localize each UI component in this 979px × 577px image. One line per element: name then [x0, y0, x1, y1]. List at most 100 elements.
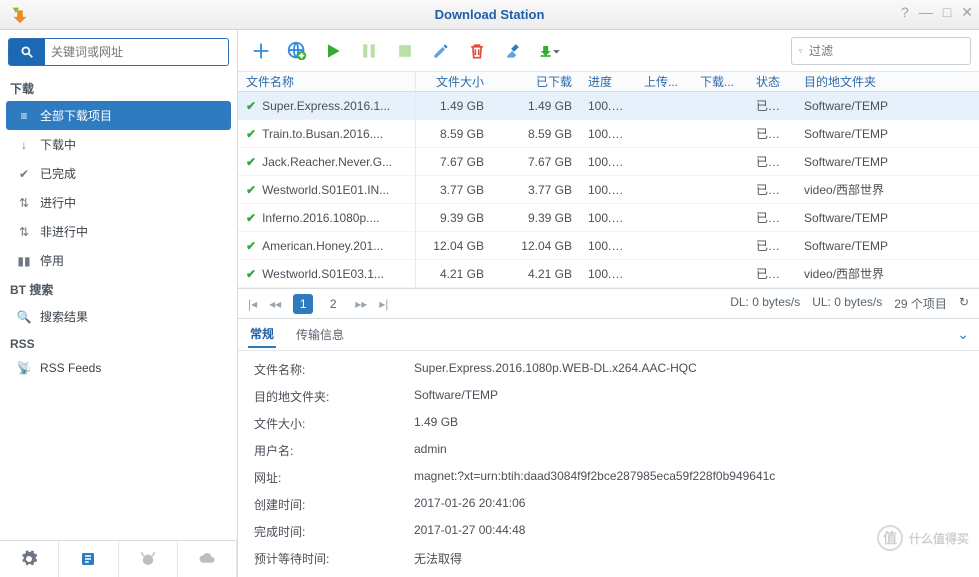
sidebar-group: RSS: [0, 331, 237, 355]
queue-button[interactable]: [59, 541, 118, 577]
cell-dest: video/西部世界: [796, 181, 979, 198]
tab-general[interactable]: 常规: [248, 321, 276, 348]
settings-button[interactable]: [0, 541, 59, 577]
sidebar-item[interactable]: ⇅进行中: [0, 188, 237, 217]
sidebar-item[interactable]: 📡RSS Feeds: [0, 355, 237, 381]
close-icon[interactable]: ✕: [961, 4, 973, 21]
sidebar-item[interactable]: ⇅ 非进行中: [0, 217, 237, 246]
edit-button[interactable]: [426, 36, 456, 66]
col-progress[interactable]: 进度: [580, 73, 636, 90]
table-row[interactable]: ✔American.Honey.201...12.04 GB12.04 GB10…: [238, 232, 979, 260]
table-row[interactable]: ✔Train.to.Busan.2016....8.59 GB8.59 GB10…: [238, 120, 979, 148]
sidebar-item-label: 非进行中: [40, 223, 88, 240]
cell-name: Super.Express.2016.1...: [262, 99, 390, 113]
cell-dest: video/西部世界: [796, 265, 979, 282]
cell-downloaded: 1.49 GB: [492, 99, 580, 113]
filter-box[interactable]: [791, 37, 971, 65]
clear-button[interactable]: [498, 36, 528, 66]
sidebar-group: 下载: [0, 74, 237, 101]
cell-progress: 100.0%: [580, 155, 636, 169]
prev-page-button[interactable]: ◂◂: [269, 297, 281, 311]
add-button[interactable]: [246, 36, 276, 66]
cell-name: Westworld.S01E03.1...: [262, 267, 384, 281]
cell-name: Train.to.Busan.2016....: [262, 127, 383, 141]
sidebar-item[interactable]: ▮▮停用: [0, 246, 237, 275]
cell-downloaded: 8.59 GB: [492, 127, 580, 141]
col-dlspeed[interactable]: 下载...: [692, 73, 748, 90]
check-icon: ✔: [246, 239, 256, 253]
sidebar-item[interactable]: ≡全部下载项目: [6, 101, 231, 130]
col-destination[interactable]: 目的地文件夹: [796, 73, 979, 90]
col-downloaded[interactable]: 已下载: [492, 73, 580, 90]
stop-button[interactable]: [390, 36, 420, 66]
check-icon: ✔: [246, 183, 256, 197]
sidebar-group: BT 搜索: [0, 275, 237, 302]
minimize-icon[interactable]: —: [919, 4, 933, 21]
next-page-button[interactable]: ▸▸: [355, 297, 367, 311]
first-page-button[interactable]: |◂: [248, 297, 257, 311]
col-upload[interactable]: 上传...: [636, 73, 692, 90]
cell-dest: Software/TEMP: [796, 127, 979, 141]
start-button[interactable]: [318, 36, 348, 66]
sidebar-item[interactable]: 🔍搜索结果: [0, 302, 237, 331]
search-icon: 🔍: [16, 310, 32, 324]
pause-icon: ▮▮: [16, 254, 32, 268]
cell-progress: 100.0%: [580, 127, 636, 141]
value-url: magnet:?xt=urn:btih:daad3084f9f2bce28798…: [414, 469, 963, 486]
pause-button[interactable]: [354, 36, 384, 66]
item-count: 29 个项目: [894, 295, 947, 312]
cell-size: 3.77 GB: [416, 183, 492, 197]
cell-dest: Software/TEMP: [796, 211, 979, 225]
updown-icon: ⇅: [16, 196, 32, 210]
collapse-icon[interactable]: ⌄: [957, 326, 969, 343]
col-name[interactable]: 文件名称: [238, 72, 416, 91]
value-filename: Super.Express.2016.1080p.WEB-DL.x264.AAC…: [414, 361, 963, 378]
help-icon[interactable]: ?: [901, 4, 909, 21]
filter-input[interactable]: [809, 44, 964, 58]
cell-size: 12.04 GB: [416, 239, 492, 253]
sidebar-item[interactable]: ✔ 已完成: [0, 159, 237, 188]
action-menu-button[interactable]: [534, 36, 564, 66]
search-bar[interactable]: [8, 38, 229, 66]
sidebar-item-label: 已完成: [40, 165, 76, 182]
updown-x-icon: ⇅: [16, 225, 32, 239]
page-1[interactable]: 1: [293, 294, 313, 314]
cell-status: 已完成: [748, 209, 796, 226]
cell-status: 已完成: [748, 153, 796, 170]
label-dest: 目的地文件夹:: [254, 388, 414, 405]
last-page-button[interactable]: ▸|: [379, 297, 388, 311]
search-input[interactable]: [45, 39, 228, 65]
refresh-button[interactable]: ↻: [959, 295, 969, 312]
table-row[interactable]: ✔Westworld.S01E01.IN...3.77 GB3.77 GB100…: [238, 176, 979, 204]
maximize-icon[interactable]: □: [943, 4, 951, 21]
cell-dest: Software/TEMP: [796, 99, 979, 113]
emule-button[interactable]: [119, 541, 178, 577]
check-icon: ✔: [246, 211, 256, 225]
cell-status: 已完成: [748, 237, 796, 254]
check-icon: ✔: [16, 167, 32, 181]
filter-icon: [798, 44, 803, 58]
delete-button[interactable]: [462, 36, 492, 66]
col-size[interactable]: 文件大小: [416, 73, 492, 90]
table-row[interactable]: ✔Super.Express.2016.1...1.49 GB1.49 GB10…: [238, 92, 979, 120]
page-2[interactable]: 2: [323, 294, 343, 314]
col-status[interactable]: 状态: [748, 73, 796, 90]
sidebar-item[interactable]: ↓下载中: [0, 130, 237, 159]
cell-downloaded: 12.04 GB: [492, 239, 580, 253]
tab-transfer[interactable]: 传输信息: [294, 322, 346, 347]
cell-downloaded: 7.67 GB: [492, 155, 580, 169]
cell-downloaded: 3.77 GB: [492, 183, 580, 197]
add-url-button[interactable]: [282, 36, 312, 66]
table-row[interactable]: ✔Westworld.S01E03.1...4.21 GB4.21 GB100.…: [238, 260, 979, 288]
table-row[interactable]: ✔Inferno.2016.1080p....9.39 GB9.39 GB100…: [238, 204, 979, 232]
cell-size: 4.21 GB: [416, 267, 492, 281]
table-row[interactable]: ✔Jack.Reacher.Never.G...7.67 GB7.67 GB10…: [238, 148, 979, 176]
cell-status: 已完成: [748, 97, 796, 114]
cloud-button[interactable]: [178, 541, 237, 577]
cell-size: 8.59 GB: [416, 127, 492, 141]
search-icon[interactable]: [9, 39, 45, 65]
check-icon: ✔: [246, 267, 256, 281]
label-done: 完成时间:: [254, 523, 414, 540]
table-header: 文件名称 文件大小 已下载 进度 上传... 下载... 状态 目的地文件夹: [238, 72, 979, 92]
value-size: 1.49 GB: [414, 415, 963, 432]
